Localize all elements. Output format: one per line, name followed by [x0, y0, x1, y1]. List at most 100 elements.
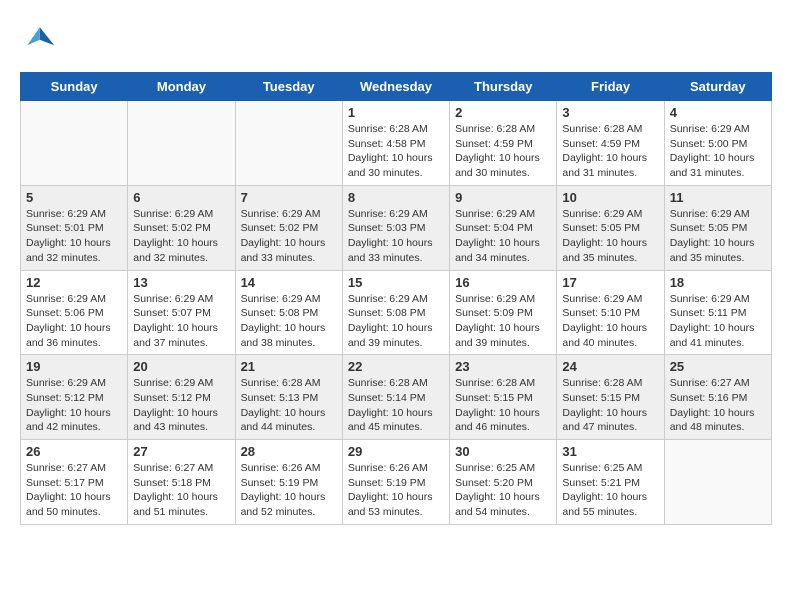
calendar-week-row: 12 Sunrise: 6:29 AM Sunset: 5:06 PM Dayli…	[21, 270, 772, 355]
day-number: 5	[26, 190, 122, 205]
calendar-cell: 29Sunrise: 6:26 AM Sunset: 5:19 PM Dayli…	[342, 440, 449, 525]
day-number: 30	[455, 444, 551, 459]
calendar-cell: 2Sunrise: 6:28 AM Sunset: 4:59 PM Daylig…	[450, 101, 557, 186]
calendar-cell	[128, 101, 235, 186]
calendar-table: SundayMondayTuesdayWednesdayThursdayFrid…	[20, 72, 772, 525]
weekday-header: Saturday	[664, 73, 771, 101]
day-number: 12	[26, 275, 122, 290]
day-info: Sunrise: 6:29 AM Sunset: 5:12 PM Dayligh…	[26, 376, 122, 435]
day-info: Sunrise: 6:28 AM Sunset: 4:58 PM Dayligh…	[348, 122, 444, 181]
day-info: Sunrise: 6:27 AM Sunset: 5:18 PM Dayligh…	[133, 461, 229, 520]
day-number: 16	[455, 275, 551, 290]
day-number: 13	[133, 275, 229, 290]
day-info: Sunrise: 6:28 AM Sunset: 5:15 PM Dayligh…	[562, 376, 658, 435]
calendar-cell: 8Sunrise: 6:29 AM Sunset: 5:03 PM Daylig…	[342, 185, 449, 270]
calendar-cell: 13 Sunrise: 6:29 AM Sunset: 5:07 PM Dayli…	[128, 270, 235, 355]
day-number: 24	[562, 359, 658, 374]
calendar-week-row: 1 Sunrise: 6:28 AM Sunset: 4:58 PM Daylig…	[21, 101, 772, 186]
day-number: 28	[241, 444, 337, 459]
calendar-cell: 28Sunrise: 6:26 AM Sunset: 5:19 PM Dayli…	[235, 440, 342, 525]
day-info: Sunrise: 6:28 AM Sunset: 5:15 PM Dayligh…	[455, 376, 551, 435]
logo	[20, 20, 60, 56]
calendar-cell: 20 Sunrise: 6:29 AM Sunset: 5:12 PM Dayli…	[128, 355, 235, 440]
day-info: Sunrise: 6:29 AM Sunset: 5:06 PM Dayligh…	[26, 292, 122, 351]
calendar-cell: 26Sunrise: 6:27 AM Sunset: 5:17 PM Dayli…	[21, 440, 128, 525]
day-number: 27	[133, 444, 229, 459]
calendar-cell: 19 Sunrise: 6:29 AM Sunset: 5:12 PM Dayli…	[21, 355, 128, 440]
calendar-cell: 22Sunrise: 6:28 AM Sunset: 5:14 PM Dayli…	[342, 355, 449, 440]
calendar-cell: 23 Sunrise: 6:28 AM Sunset: 5:15 PM Dayli…	[450, 355, 557, 440]
day-info: Sunrise: 6:29 AM Sunset: 5:05 PM Dayligh…	[670, 207, 766, 266]
day-info: Sunrise: 6:25 AM Sunset: 5:21 PM Dayligh…	[562, 461, 658, 520]
day-info: Sunrise: 6:29 AM Sunset: 5:05 PM Dayligh…	[562, 207, 658, 266]
day-number: 29	[348, 444, 444, 459]
calendar-cell: 6Sunrise: 6:29 AM Sunset: 5:02 PM Daylig…	[128, 185, 235, 270]
day-info: Sunrise: 6:29 AM Sunset: 5:02 PM Dayligh…	[133, 207, 229, 266]
logo-icon	[20, 20, 56, 56]
calendar-cell: 5 Sunrise: 6:29 AM Sunset: 5:01 PM Daylig…	[21, 185, 128, 270]
day-number: 14	[241, 275, 337, 290]
day-number: 25	[670, 359, 766, 374]
calendar-cell: 18 Sunrise: 6:29 AM Sunset: 5:11 PM Dayli…	[664, 270, 771, 355]
calendar-cell: 10Sunrise: 6:29 AM Sunset: 5:05 PM Dayli…	[557, 185, 664, 270]
weekday-header: Wednesday	[342, 73, 449, 101]
weekday-header: Sunday	[21, 73, 128, 101]
day-info: Sunrise: 6:29 AM Sunset: 5:00 PM Dayligh…	[670, 122, 766, 181]
calendar-cell: 27 Sunrise: 6:27 AM Sunset: 5:18 PM Dayli…	[128, 440, 235, 525]
day-info: Sunrise: 6:29 AM Sunset: 5:09 PM Dayligh…	[455, 292, 551, 351]
day-info: Sunrise: 6:29 AM Sunset: 5:08 PM Dayligh…	[348, 292, 444, 351]
day-info: Sunrise: 6:29 AM Sunset: 5:11 PM Dayligh…	[670, 292, 766, 351]
calendar-cell: 7 Sunrise: 6:29 AM Sunset: 5:02 PM Daylig…	[235, 185, 342, 270]
day-info: Sunrise: 6:27 AM Sunset: 5:16 PM Dayligh…	[670, 376, 766, 435]
day-info: Sunrise: 6:29 AM Sunset: 5:12 PM Dayligh…	[133, 376, 229, 435]
calendar-week-row: 5 Sunrise: 6:29 AM Sunset: 5:01 PM Daylig…	[21, 185, 772, 270]
day-info: Sunrise: 6:29 AM Sunset: 5:02 PM Dayligh…	[241, 207, 337, 266]
day-number: 7	[241, 190, 337, 205]
calendar-cell	[664, 440, 771, 525]
page-header	[20, 20, 772, 56]
calendar-cell: 17 Sunrise: 6:29 AM Sunset: 5:10 PM Dayli…	[557, 270, 664, 355]
calendar-cell: 24 Sunrise: 6:28 AM Sunset: 5:15 PM Dayli…	[557, 355, 664, 440]
day-number: 19	[26, 359, 122, 374]
weekday-header: Thursday	[450, 73, 557, 101]
day-number: 17	[562, 275, 658, 290]
day-number: 8	[348, 190, 444, 205]
calendar-cell: 1 Sunrise: 6:28 AM Sunset: 4:58 PM Daylig…	[342, 101, 449, 186]
calendar-cell: 16 Sunrise: 6:29 AM Sunset: 5:09 PM Dayli…	[450, 270, 557, 355]
day-info: Sunrise: 6:28 AM Sunset: 5:13 PM Dayligh…	[241, 376, 337, 435]
day-number: 1	[348, 105, 444, 120]
calendar-cell: 15 Sunrise: 6:29 AM Sunset: 5:08 PM Dayli…	[342, 270, 449, 355]
day-number: 26	[26, 444, 122, 459]
day-info: Sunrise: 6:28 AM Sunset: 4:59 PM Dayligh…	[455, 122, 551, 181]
day-number: 23	[455, 359, 551, 374]
calendar-cell	[235, 101, 342, 186]
day-number: 15	[348, 275, 444, 290]
calendar-cell: 30 Sunrise: 6:25 AM Sunset: 5:20 PM Dayli…	[450, 440, 557, 525]
calendar-week-row: 26Sunrise: 6:27 AM Sunset: 5:17 PM Dayli…	[21, 440, 772, 525]
day-info: Sunrise: 6:29 AM Sunset: 5:01 PM Dayligh…	[26, 207, 122, 266]
day-number: 11	[670, 190, 766, 205]
calendar-cell	[21, 101, 128, 186]
calendar-cell: 14 Sunrise: 6:29 AM Sunset: 5:08 PM Dayli…	[235, 270, 342, 355]
day-number: 9	[455, 190, 551, 205]
day-info: Sunrise: 6:29 AM Sunset: 5:07 PM Dayligh…	[133, 292, 229, 351]
day-number: 20	[133, 359, 229, 374]
day-number: 21	[241, 359, 337, 374]
day-info: Sunrise: 6:29 AM Sunset: 5:10 PM Dayligh…	[562, 292, 658, 351]
calendar-cell: 4 Sunrise: 6:29 AM Sunset: 5:00 PM Daylig…	[664, 101, 771, 186]
weekday-header: Tuesday	[235, 73, 342, 101]
calendar-cell: 25 Sunrise: 6:27 AM Sunset: 5:16 PM Dayli…	[664, 355, 771, 440]
day-info: Sunrise: 6:28 AM Sunset: 4:59 PM Dayligh…	[562, 122, 658, 181]
day-info: Sunrise: 6:29 AM Sunset: 5:08 PM Dayligh…	[241, 292, 337, 351]
weekday-header-row: SundayMondayTuesdayWednesdayThursdayFrid…	[21, 73, 772, 101]
day-info: Sunrise: 6:29 AM Sunset: 5:04 PM Dayligh…	[455, 207, 551, 266]
calendar-cell: 11 Sunrise: 6:29 AM Sunset: 5:05 PM Dayli…	[664, 185, 771, 270]
day-number: 22	[348, 359, 444, 374]
day-number: 3	[562, 105, 658, 120]
calendar-cell: 21 Sunrise: 6:28 AM Sunset: 5:13 PM Dayli…	[235, 355, 342, 440]
day-number: 18	[670, 275, 766, 290]
weekday-header: Monday	[128, 73, 235, 101]
calendar-cell: 3 Sunrise: 6:28 AM Sunset: 4:59 PM Daylig…	[557, 101, 664, 186]
day-info: Sunrise: 6:25 AM Sunset: 5:20 PM Dayligh…	[455, 461, 551, 520]
day-number: 4	[670, 105, 766, 120]
